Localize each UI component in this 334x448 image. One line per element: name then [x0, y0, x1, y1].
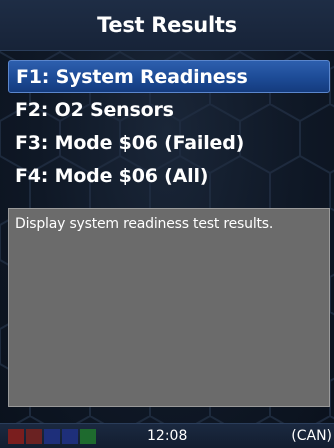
description-panel: Display system readiness test results. [8, 208, 330, 407]
clock-time: 12:08 [147, 428, 188, 444]
menu-item-o2-sensors[interactable]: F2: O2 Sensors [8, 93, 330, 126]
title-bar: Test Results [0, 0, 334, 51]
page-title: Test Results [97, 13, 237, 37]
menu-item-mode06-all[interactable]: F4: Mode $06 (All) [8, 159, 330, 192]
indicator-light-4 [62, 429, 78, 444]
tool-screen: Test Results F1: System Readiness F2: O2… [0, 0, 334, 448]
indicator-light-5 [80, 429, 96, 444]
indicator-light-2 [26, 429, 42, 444]
menu-item-system-readiness[interactable]: F1: System Readiness [8, 60, 330, 93]
test-results-menu: F1: System Readiness F2: O2 Sensors F3: … [8, 60, 330, 192]
protocol-label: (CAN) [291, 428, 332, 444]
indicator-light-3 [44, 429, 60, 444]
description-text: Display system readiness test results. [15, 216, 274, 232]
indicator-light-1 [8, 429, 24, 444]
status-bar: 12:08 (CAN) [0, 423, 334, 448]
menu-item-mode06-failed[interactable]: F3: Mode $06 (Failed) [8, 126, 330, 159]
indicator-lights [8, 429, 96, 444]
